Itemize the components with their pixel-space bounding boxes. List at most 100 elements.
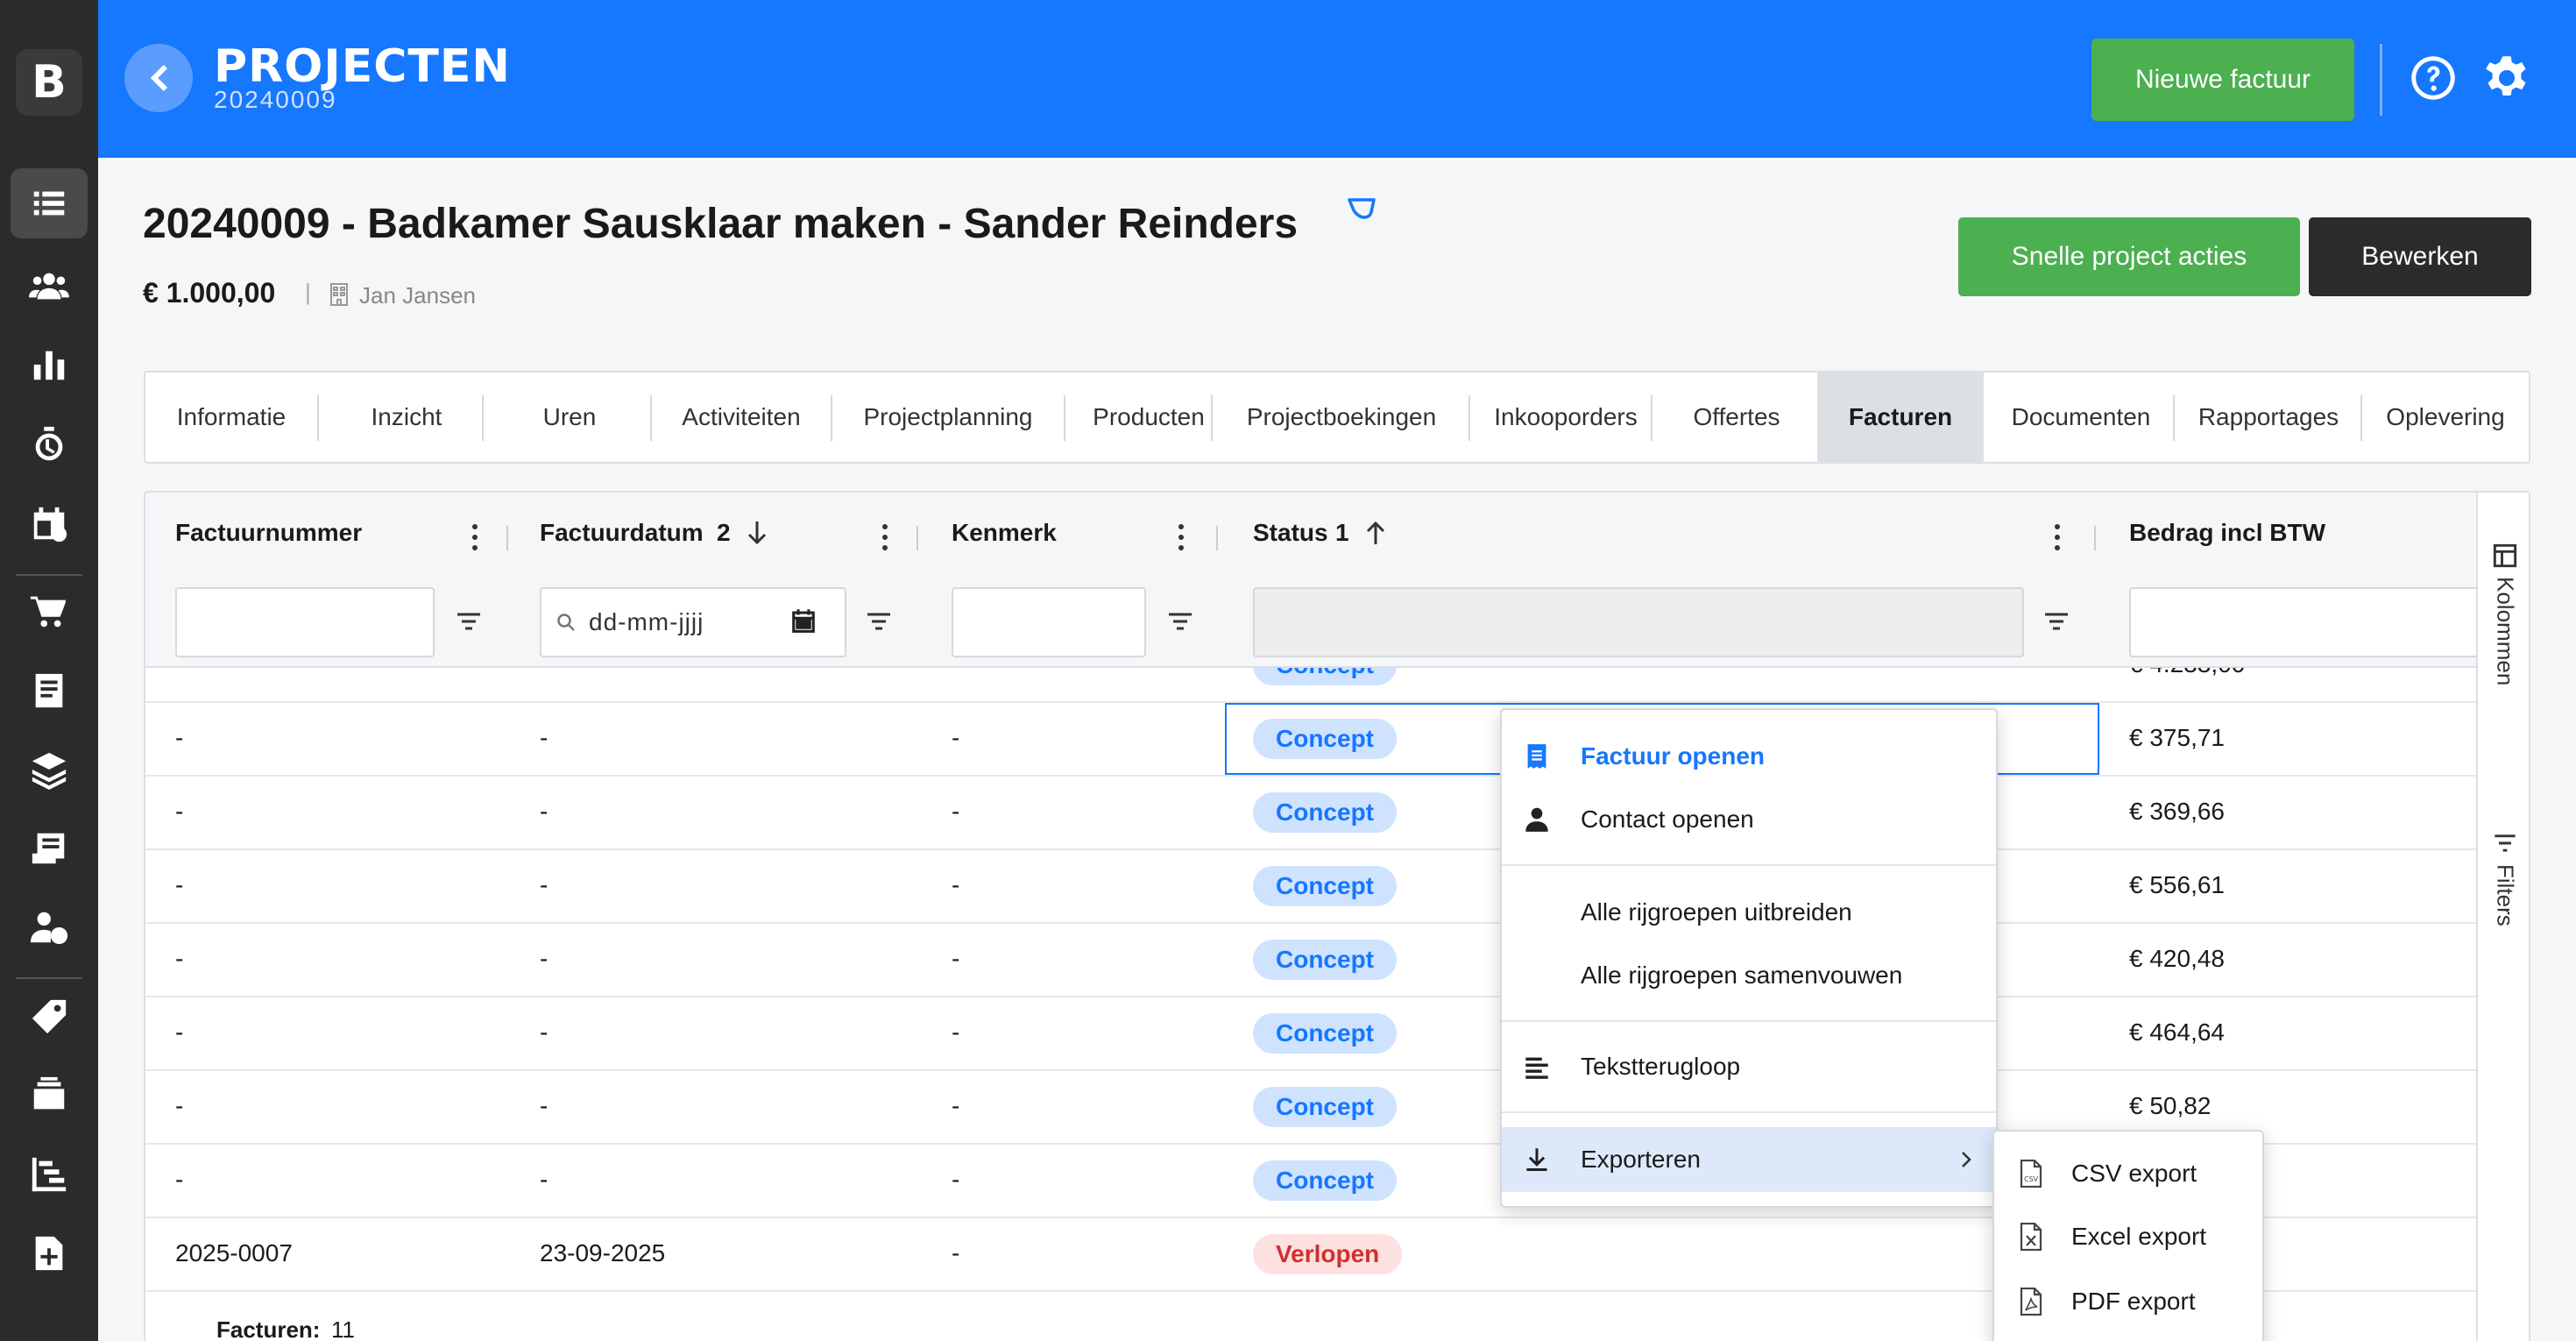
tab-inkooporders[interactable]: Inkooporders xyxy=(1470,372,1661,462)
document-icon[interactable] xyxy=(11,656,88,726)
column-menu-icon[interactable] xyxy=(2052,522,2063,552)
chart-icon[interactable] xyxy=(11,330,88,400)
menu-item-csv-export[interactable]: CSV CSV export xyxy=(1994,1142,2262,1205)
column-menu-icon[interactable] xyxy=(470,522,480,552)
status-badge: Verlopen xyxy=(1253,1234,1403,1274)
menu-item-collapse-groups[interactable]: Alle rijgroepen samenvouwen xyxy=(1502,945,1996,1006)
tab-informatie[interactable]: Informatie xyxy=(145,372,317,462)
reference-filter-input[interactable] xyxy=(952,587,1146,657)
amount-filter-input[interactable] xyxy=(2129,587,2480,657)
quick-project-actions-button[interactable]: Snelle project acties xyxy=(1958,217,2300,296)
arrow-up-icon[interactable] xyxy=(1363,519,1388,547)
columns-icon xyxy=(2493,543,2517,568)
gantt-icon[interactable] xyxy=(11,1139,88,1210)
cell-invoice-number: - xyxy=(175,798,184,825)
filter-icon[interactable] xyxy=(2042,607,2071,636)
tab-offertes[interactable]: Offertes xyxy=(1652,372,1821,462)
sort-order: 1 xyxy=(1335,519,1349,546)
table-row[interactable]: - - - Concept € 375,71 xyxy=(145,703,2476,777)
help-icon[interactable] xyxy=(2410,54,2457,102)
calendar-picker-icon[interactable] xyxy=(790,608,817,635)
filter-icon[interactable] xyxy=(1165,607,1195,636)
invoice-date-filter-input[interactable]: dd-mm-jjjj xyxy=(540,587,846,657)
filters-tool-label: Filters xyxy=(2492,864,2519,926)
status-badge: Concept xyxy=(1253,940,1397,980)
column-separator xyxy=(916,526,918,550)
table-row[interactable]: - - - Concept € 464,64 xyxy=(145,997,2476,1071)
filters-icon xyxy=(2495,834,2516,852)
invoice-count-label: Facturen: xyxy=(216,1316,321,1341)
menu-item-text-wrap[interactable]: Tekstterugloop xyxy=(1502,1036,1996,1097)
tab-oplevering[interactable]: Oplevering xyxy=(2362,372,2529,462)
arrow-down-icon[interactable] xyxy=(745,519,769,547)
menu-item-open-contact[interactable]: Contact openen xyxy=(1502,789,1996,850)
tab-projectboekingen[interactable]: Projectboekingen xyxy=(1213,372,1470,462)
column-separator xyxy=(506,526,508,550)
table-row[interactable]: - - - Concept € 556,61 xyxy=(145,850,2476,924)
grid-header: Factuurnummer Factuurdatum 2 Kenmerk Sta… xyxy=(145,493,2480,668)
cell-reference: - xyxy=(952,1239,960,1266)
project-number: 20240009 xyxy=(214,86,337,113)
tab-rapportages[interactable]: Rapportages xyxy=(2175,372,2362,462)
tag-icon[interactable] xyxy=(11,982,88,1052)
tab-producten[interactable]: Producten xyxy=(1065,372,1232,462)
column-separator xyxy=(1216,526,1218,550)
cell-invoice-number: - xyxy=(175,724,184,751)
export-submenu: CSV CSV export Excel export PDF export xyxy=(1992,1130,2264,1341)
tab-projectplanning[interactable]: Projectplanning xyxy=(832,372,1064,462)
cell-invoice-date: - xyxy=(540,871,548,898)
edit-button[interactable]: Bewerken xyxy=(2309,217,2531,296)
cell-amount: € 50,82 xyxy=(2129,1092,2212,1119)
user-discount-icon[interactable] xyxy=(11,892,88,962)
column-separator xyxy=(2094,526,2096,550)
tab-activiteiten[interactable]: Activiteiten xyxy=(652,372,831,462)
tab-documenten[interactable]: Documenten xyxy=(1984,372,2178,462)
invoice-number-filter-input[interactable] xyxy=(175,587,435,657)
menu-item-expand-groups[interactable]: Alle rijgroepen uitbreiden xyxy=(1502,882,1996,943)
tab-uren[interactable]: Uren xyxy=(484,372,655,462)
cell-reference: - xyxy=(952,724,960,751)
tab-inzicht[interactable]: Inzicht xyxy=(319,372,494,462)
file-plus-icon[interactable] xyxy=(11,1218,88,1288)
layers-icon[interactable] xyxy=(11,734,88,805)
stack-icon[interactable] xyxy=(11,1061,88,1131)
filters-tool-button[interactable]: Filters xyxy=(2487,831,2523,926)
column-menu-icon[interactable] xyxy=(880,522,890,552)
download-icon xyxy=(1526,1148,1547,1172)
timer-icon[interactable] xyxy=(11,410,88,480)
column-header-amount[interactable]: Bedrag incl BTW xyxy=(2129,519,2325,547)
new-invoice-button[interactable]: Nieuwe factuur xyxy=(2091,39,2354,121)
menu-separator xyxy=(1502,1111,1996,1113)
cell-reference: - xyxy=(952,871,960,898)
menu-item-export[interactable]: Exporteren xyxy=(1502,1127,1996,1192)
status-filter-input[interactable] xyxy=(1253,587,2024,657)
app-logo[interactable]: B xyxy=(16,49,82,116)
chevron-right-icon xyxy=(1962,1152,1971,1167)
users-icon[interactable] xyxy=(11,251,88,321)
column-header-status[interactable]: Status xyxy=(1253,519,1328,547)
gear-icon[interactable] xyxy=(2483,54,2530,102)
cell-amount: € 369,66 xyxy=(2129,798,2225,825)
columns-tool-button[interactable]: Kolommen xyxy=(2487,543,2523,685)
menu-item-excel-export[interactable]: Excel export xyxy=(1994,1205,2262,1268)
column-header-reference[interactable]: Kenmerk xyxy=(952,519,1057,547)
menu-item-open-invoice[interactable]: Factuur openen xyxy=(1502,726,1996,787)
table-row[interactable]: - - - Concept € 420,48 xyxy=(145,924,2476,997)
calendar-icon[interactable] xyxy=(11,489,88,559)
ticket-icon[interactable] xyxy=(11,813,88,883)
column-header-invoice-date[interactable]: Factuurdatum xyxy=(540,519,704,547)
cell-amount: € 375,71 xyxy=(2129,724,2225,751)
cart-icon[interactable] xyxy=(11,577,88,647)
table-row[interactable]: - - - Concept € 369,66 xyxy=(145,777,2476,850)
tab-facturen[interactable]: Facturen xyxy=(1817,372,1984,462)
column-header-invoice-number[interactable]: Factuurnummer xyxy=(175,519,362,547)
tag-outline-icon[interactable] xyxy=(1346,193,1381,223)
filter-icon[interactable] xyxy=(864,607,894,636)
back-button[interactable] xyxy=(124,44,193,112)
menu-item-pdf-export[interactable]: PDF export xyxy=(1994,1270,2262,1333)
building-icon xyxy=(330,283,348,306)
list-icon[interactable] xyxy=(11,168,88,238)
project-manager[interactable]: Jan Jansen xyxy=(359,282,476,309)
column-menu-icon[interactable] xyxy=(1176,522,1186,552)
filter-icon[interactable] xyxy=(454,607,484,636)
